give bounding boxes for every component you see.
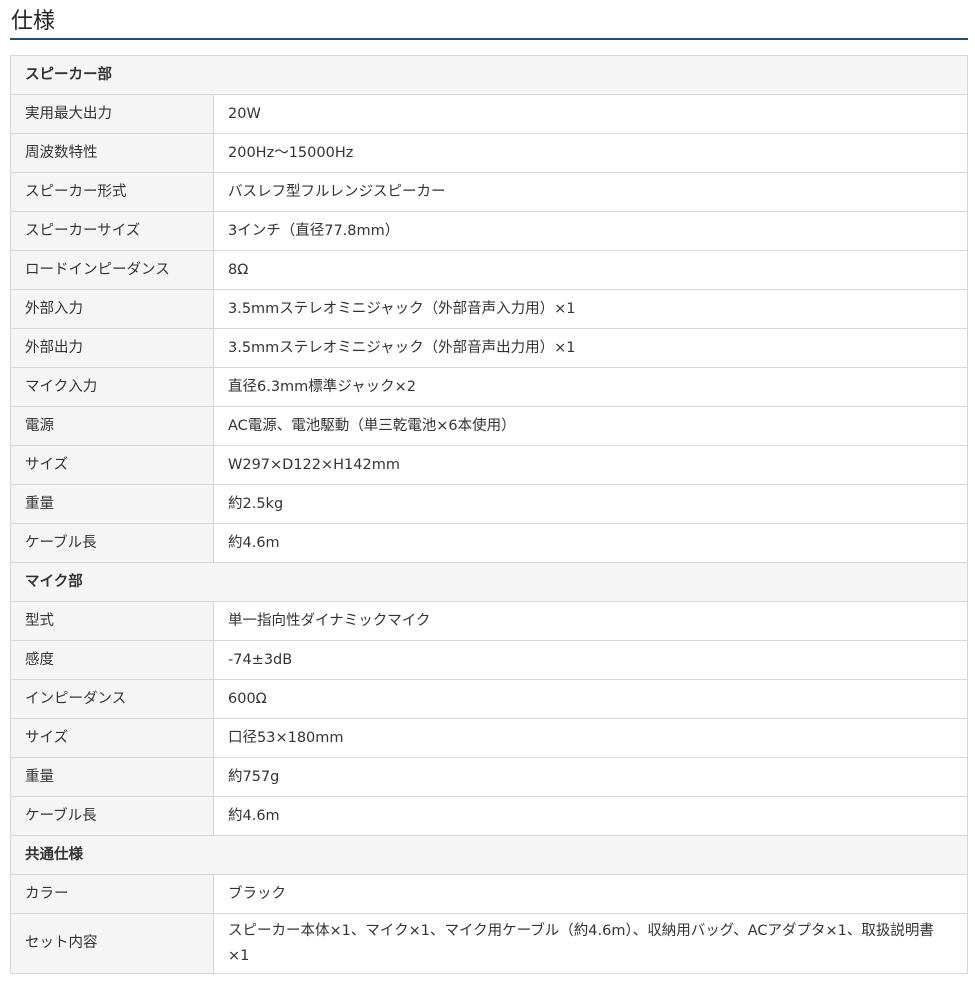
spec-value: 直径6.3mm標準ジャック×2 [213,367,968,407]
spec-row: 電源 AC電源、電池駆動（単三乾電池×6本使用） [10,406,968,446]
spec-row: サイズ 口径53×180mm [10,718,968,758]
spec-label: 型式 [10,601,214,641]
spec-value: 20W [213,94,968,134]
spec-label: マイク入力 [10,367,214,407]
spec-label: セット内容 [10,913,214,974]
page-title: 仕様 [11,9,56,34]
spec-row: サイズ W297×D122×H142mm [10,445,968,485]
spec-row: 周波数特性 200Hz～15000Hz [10,133,968,173]
section-header-row: スピーカー部 [10,55,968,95]
spec-row: 外部出力 3.5mmステレオミニジャック（外部音声出力用）×1 [10,328,968,368]
spec-label: インピーダンス [10,679,214,719]
section-heading: スピーカー部 [10,55,968,95]
spec-row: スピーカーサイズ 3インチ（直径77.8mm） [10,211,968,251]
spec-label: 外部出力 [10,328,214,368]
spec-row: ロードインピーダンス 8Ω [10,250,968,290]
spec-value: ブラック [213,874,968,914]
title-underline [10,38,968,40]
spec-label: 重量 [10,757,214,797]
spec-label: サイズ [10,445,214,485]
spec-label: 外部入力 [10,289,214,329]
spec-value: 約4.6m [213,796,968,836]
spec-value: AC電源、電池駆動（単三乾電池×6本使用） [213,406,968,446]
spec-page: 仕様 スピーカー部 実用最大出力 20W 周波数特性 200Hz～15000Hz… [0,0,975,990]
spec-row: 型式 単一指向性ダイナミックマイク [10,601,968,641]
spec-row: 外部入力 3.5mmステレオミニジャック（外部音声入力用）×1 [10,289,968,329]
spec-label: サイズ [10,718,214,758]
spec-label: ケーブル長 [10,523,214,563]
spec-value: 600Ω [213,679,968,719]
spec-value: 約2.5kg [213,484,968,524]
spec-value: 約4.6m [213,523,968,563]
spec-value: 3.5mmステレオミニジャック（外部音声入力用）×1 [213,289,968,329]
spec-value: 口径53×180mm [213,718,968,758]
section-header-row: 共通仕様 [10,835,968,875]
spec-value: 200Hz～15000Hz [213,133,968,173]
spec-value: 約757g [213,757,968,797]
spec-value: バスレフ型フルレンジスピーカー [213,172,968,212]
spec-label: 重量 [10,484,214,524]
spec-row: 重量 約757g [10,757,968,797]
spec-value: 8Ω [213,250,968,290]
spec-label: スピーカーサイズ [10,211,214,251]
spec-row: 重量 約2.5kg [10,484,968,524]
spec-row: 感度 -74±3dB [10,640,968,680]
spec-value: 3インチ（直径77.8mm） [213,211,968,251]
spec-row: 実用最大出力 20W [10,94,968,134]
spec-row: マイク入力 直径6.3mm標準ジャック×2 [10,367,968,407]
section-heading: 共通仕様 [10,835,968,875]
spec-label: ケーブル長 [10,796,214,836]
spec-table: スピーカー部 実用最大出力 20W 周波数特性 200Hz～15000Hz スピ… [10,55,968,974]
spec-row: ケーブル長 約4.6m [10,523,968,563]
spec-row: ケーブル長 約4.6m [10,796,968,836]
spec-row: カラー ブラック [10,874,968,914]
spec-label: 電源 [10,406,214,446]
spec-value: 3.5mmステレオミニジャック（外部音声出力用）×1 [213,328,968,368]
section-heading: マイク部 [10,562,968,602]
spec-value: -74±3dB [213,640,968,680]
spec-label: 周波数特性 [10,133,214,173]
spec-row: セット内容 スピーカー本体×1、マイク×1、マイク用ケーブル（約4.6m）、収納… [10,913,968,974]
spec-value: スピーカー本体×1、マイク×1、マイク用ケーブル（約4.6m）、収納用バッグ、A… [213,913,968,974]
spec-label: スピーカー形式 [10,172,214,212]
spec-label: カラー [10,874,214,914]
spec-value: 単一指向性ダイナミックマイク [213,601,968,641]
spec-value: W297×D122×H142mm [213,445,968,485]
spec-label: 実用最大出力 [10,94,214,134]
section-header-row: マイク部 [10,562,968,602]
spec-row: スピーカー形式 バスレフ型フルレンジスピーカー [10,172,968,212]
spec-label: ロードインピーダンス [10,250,214,290]
spec-label: 感度 [10,640,214,680]
spec-row: インピーダンス 600Ω [10,679,968,719]
